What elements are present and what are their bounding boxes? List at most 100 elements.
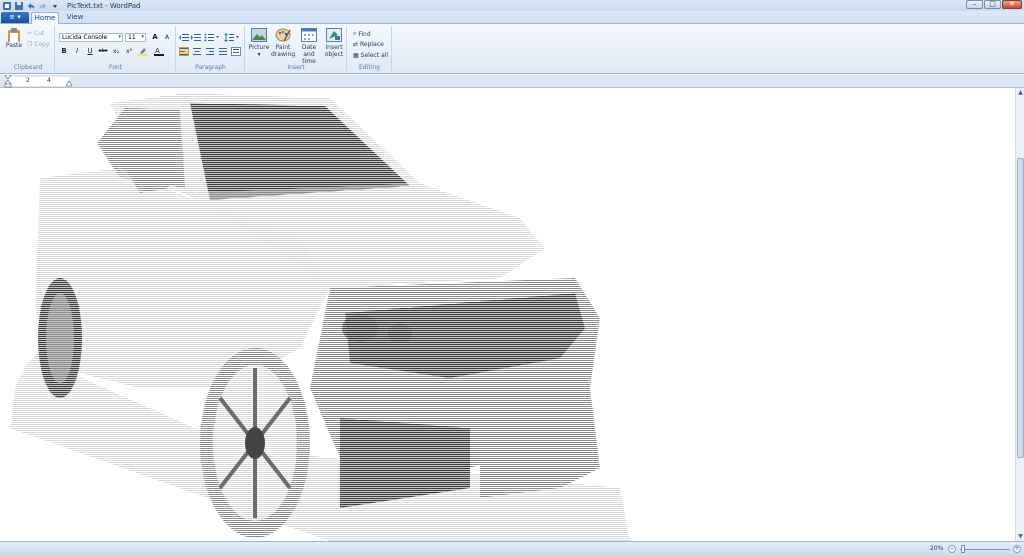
scrollbar-thumb[interactable] xyxy=(1017,158,1024,458)
ruler-mark: 4 xyxy=(47,77,51,84)
calendar-icon xyxy=(301,28,317,42)
ribbon-tab-row: ≡ ▾ Home View xyxy=(0,11,1024,24)
line-spacing-button[interactable] xyxy=(224,33,240,42)
right-indent-marker-icon[interactable] xyxy=(65,79,73,87)
font-family-select[interactable]: Lucida Console ▾ xyxy=(59,33,123,42)
object-label-line2: object xyxy=(324,51,344,58)
vertical-scrollbar[interactable]: ▲ ▼ xyxy=(1015,88,1024,541)
decrease-indent-button[interactable] xyxy=(179,33,189,42)
zoom-slider-thumb[interactable] xyxy=(961,545,965,553)
font-group: Lucida Console ▾ 11 ▾ A A B I U abc x₂ x… xyxy=(56,26,176,72)
clipboard-group-label: Clipboard xyxy=(13,64,43,71)
font-color-button[interactable]: A xyxy=(154,47,164,56)
bullet-list-icon xyxy=(204,33,219,42)
save-icon[interactable] xyxy=(15,1,23,10)
highlight-color-button[interactable] xyxy=(138,47,148,56)
strikethrough-button[interactable]: abc xyxy=(98,47,108,56)
font-color-icon: A xyxy=(154,47,164,56)
font-family-value: Lucida Console xyxy=(62,34,108,41)
picture-button[interactable]: Picture ▾ xyxy=(248,28,270,58)
date-time-button[interactable]: Date and time xyxy=(296,28,322,65)
paste-button[interactable]: Paste xyxy=(5,28,23,49)
ruler[interactable]: 2 4 xyxy=(0,75,1024,88)
binoculars-icon: ⌕ xyxy=(353,30,357,37)
italic-button[interactable]: I xyxy=(72,47,82,56)
select-all-icon: ▦ xyxy=(353,52,359,59)
chevron-down-icon: ▾ xyxy=(141,34,144,40)
copy-icon: ❐ xyxy=(27,41,33,48)
window-title: PicText.txt - WordPad xyxy=(67,1,141,10)
customize-icon[interactable] xyxy=(51,2,59,10)
minimize-button[interactable]: – xyxy=(966,0,983,9)
align-center-button[interactable] xyxy=(192,47,202,56)
scroll-up-icon[interactable]: ▲ xyxy=(1016,88,1024,97)
paint-label-line2: drawing xyxy=(271,51,296,58)
undo-icon[interactable] xyxy=(27,2,35,10)
increase-indent-button[interactable] xyxy=(191,33,201,42)
scroll-down-icon[interactable]: ▼ xyxy=(1016,532,1024,541)
svg-text:A: A xyxy=(155,47,160,55)
picture-icon xyxy=(251,28,267,42)
status-bar: 20% − + xyxy=(0,541,1024,555)
object-label-line1: Insert xyxy=(325,44,343,51)
grow-font-button[interactable]: A xyxy=(150,33,160,42)
superscript-button[interactable]: x² xyxy=(124,47,134,56)
title-bar: PicText.txt - WordPad – □ ✕ xyxy=(0,0,1024,11)
copy-label: Copy xyxy=(34,41,50,48)
paragraph-group-label: Paragraph xyxy=(195,64,226,71)
copy-button[interactable]: ❐ Copy xyxy=(27,41,50,48)
decrease-indent-icon xyxy=(179,34,189,41)
insert-group: Picture ▾ Paint drawing Date and time Inser… xyxy=(246,26,347,72)
align-right-icon xyxy=(206,48,214,55)
ribbon: Paste ✂ Cut ❐ Copy Clipboard Lucida Cons… xyxy=(0,24,1024,74)
tab-view[interactable]: View xyxy=(62,12,88,24)
align-right-button[interactable] xyxy=(205,47,215,56)
redo-icon[interactable] xyxy=(39,2,47,10)
select-all-button[interactable]: ▦ Select all xyxy=(353,52,388,59)
app-menu-button[interactable]: ≡ ▾ xyxy=(1,12,29,23)
zoom-slider[interactable] xyxy=(960,549,1010,550)
bold-button[interactable]: B xyxy=(59,47,69,56)
cut-button[interactable]: ✂ Cut xyxy=(27,30,44,37)
replace-label: Replace xyxy=(360,41,384,48)
tab-home[interactable]: Home xyxy=(31,12,59,24)
chevron-down-icon: ▾ xyxy=(118,34,121,40)
replace-icon: ⇄ xyxy=(353,41,359,48)
subscript-button[interactable]: x₂ xyxy=(111,47,121,56)
paint-palette-icon xyxy=(275,28,291,42)
paste-icon xyxy=(8,28,20,42)
align-left-button[interactable] xyxy=(179,47,189,56)
zoom-out-button[interactable]: − xyxy=(948,545,956,553)
insert-object-icon xyxy=(326,28,342,42)
font-group-label: Font xyxy=(108,64,123,71)
find-button[interactable]: ⌕ Find xyxy=(353,30,371,38)
chevron-down-icon: ▾ xyxy=(257,51,261,58)
replace-button[interactable]: ⇄ Replace xyxy=(353,41,384,48)
shrink-font-button[interactable]: A xyxy=(162,33,172,42)
align-left-icon xyxy=(180,48,188,55)
maximize-button[interactable]: □ xyxy=(984,0,1001,9)
insert-group-label: Insert xyxy=(287,64,305,71)
document-area[interactable] xyxy=(0,88,1015,541)
zoom-in-button[interactable]: + xyxy=(1013,545,1021,553)
font-size-value: 11 xyxy=(128,34,136,41)
font-size-select[interactable]: 11 ▾ xyxy=(125,33,146,42)
insert-object-button[interactable]: Insert object xyxy=(323,28,345,58)
indent-marker-icon[interactable] xyxy=(4,75,12,88)
paragraph-settings-button[interactable] xyxy=(231,47,241,56)
paint-label-line1: Paint xyxy=(275,44,291,51)
underline-button[interactable]: U xyxy=(85,47,95,56)
justify-icon xyxy=(219,48,227,55)
paint-drawing-button[interactable]: Paint drawing xyxy=(271,28,295,58)
close-button[interactable]: ✕ xyxy=(1002,0,1022,9)
paste-label: Paste xyxy=(5,42,23,49)
bullets-button[interactable] xyxy=(204,33,220,42)
find-label: Find xyxy=(358,30,371,38)
picture-label: Picture xyxy=(248,44,270,51)
paragraph-group: Paragraph xyxy=(177,26,245,72)
ruler-mark: 2 xyxy=(26,77,30,84)
align-center-icon xyxy=(193,48,201,55)
app-icon[interactable] xyxy=(3,1,11,10)
justify-button[interactable] xyxy=(218,47,228,56)
line-spacing-icon xyxy=(224,33,239,42)
